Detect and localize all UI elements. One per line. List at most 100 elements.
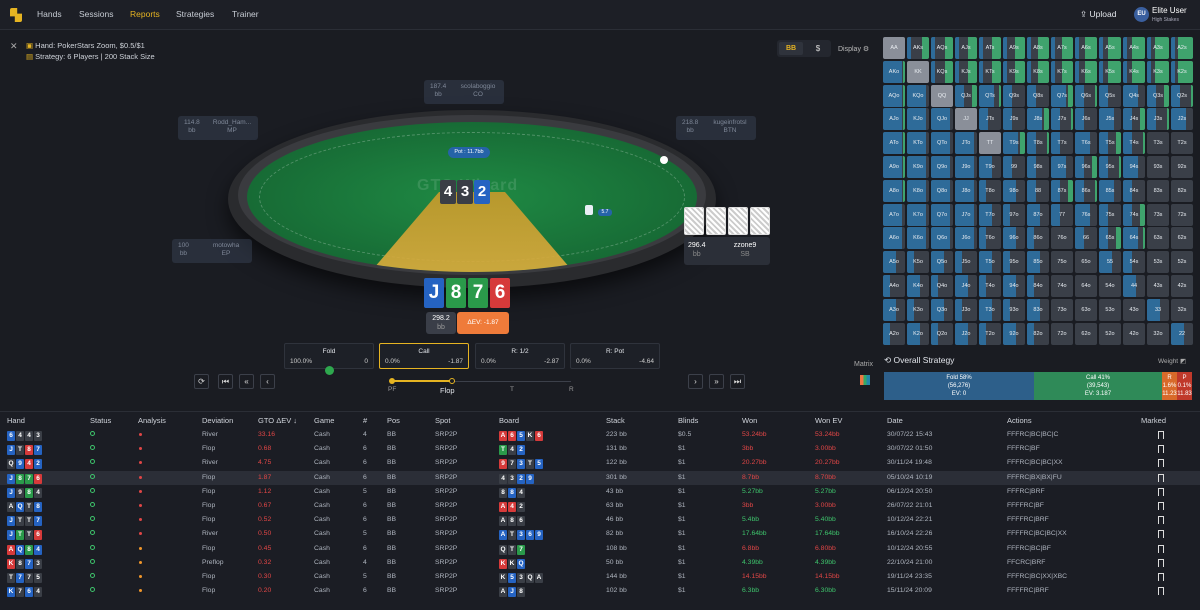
matrix-cell[interactable]: 87o bbox=[1027, 203, 1049, 226]
matrix-cell[interactable]: J6s bbox=[1075, 108, 1097, 131]
matrix-cell[interactable]: 54s bbox=[1123, 251, 1145, 274]
matrix-cell[interactable]: Q3o bbox=[931, 298, 953, 321]
matrix-cell[interactable]: 73s bbox=[1147, 203, 1169, 226]
matrix-cell[interactable]: 96s bbox=[1075, 156, 1097, 178]
column-header[interactable]: Hand bbox=[7, 416, 25, 425]
column-header[interactable]: Won EV bbox=[815, 416, 842, 425]
dollar-button[interactable]: $ bbox=[807, 42, 829, 55]
matrix-cell[interactable]: A9s bbox=[1003, 37, 1025, 59]
column-header[interactable]: Analysis bbox=[138, 416, 166, 425]
matrix-cell[interactable]: 65o bbox=[1075, 251, 1097, 274]
table-row[interactable]: J T T 7 Flop 0.52 Cash 6 BB SRP2P A 8 6 46 bb $1 5.4bb 5… bbox=[0, 513, 1200, 527]
bookmark-icon[interactable] bbox=[1158, 573, 1164, 581]
matrix-cell[interactable]: T9s bbox=[1003, 132, 1025, 155]
matrix-cell[interactable]: K8s bbox=[1027, 60, 1049, 83]
matrix-cell[interactable]: 96o bbox=[1003, 227, 1025, 250]
matrix-cell[interactable]: T8s bbox=[1027, 132, 1049, 155]
matrix-cell[interactable]: T9o bbox=[979, 156, 1001, 178]
matrix-cell[interactable]: 63s bbox=[1147, 227, 1169, 250]
matrix-cell[interactable]: 44 bbox=[1123, 275, 1145, 297]
bookmark-icon[interactable] bbox=[1158, 473, 1164, 482]
matrix-cell[interactable]: KJo bbox=[907, 108, 929, 131]
matrix-cell[interactable]: 93o bbox=[1003, 298, 1025, 321]
matrix-cell[interactable]: 77 bbox=[1051, 203, 1073, 226]
matrix-cell[interactable]: Q4s bbox=[1123, 84, 1145, 107]
table-row[interactable]: 6 4 4 3 River 33.16 Cash 4 BB SRP2P A 6 5 K 6 223 bb $0.… bbox=[0, 428, 1200, 442]
matrix-cell[interactable]: AKo bbox=[883, 60, 905, 83]
matrix-cell[interactable]: K9o bbox=[907, 156, 929, 178]
matrix-cell[interactable]: 76o bbox=[1051, 227, 1073, 250]
matrix-cell[interactable]: Q6o bbox=[931, 227, 953, 250]
seat-mp[interactable]: 114.8 bb Rodd_Ham... MP bbox=[178, 116, 258, 140]
matrix-cell[interactable]: QTo bbox=[931, 132, 953, 155]
nav-trainer[interactable]: Trainer bbox=[232, 9, 259, 19]
matrix-cell[interactable]: J7s bbox=[1051, 108, 1073, 131]
matrix-cell[interactable]: Q5s bbox=[1099, 84, 1121, 107]
matrix-cell[interactable]: 33 bbox=[1147, 298, 1169, 321]
column-header[interactable]: Deviation bbox=[202, 416, 233, 425]
matrix-cell[interactable]: Q9s bbox=[1003, 84, 1025, 107]
column-header[interactable]: Stack bbox=[606, 416, 625, 425]
refresh-button[interactable]: ⟳ bbox=[194, 374, 209, 389]
matrix-cell[interactable]: J4o bbox=[955, 275, 977, 297]
street-dot-pf[interactable] bbox=[389, 378, 395, 384]
matrix-cell[interactable]: J9o bbox=[955, 156, 977, 178]
nav-reports[interactable]: Reports bbox=[130, 9, 160, 19]
matrix-cell[interactable]: A6o bbox=[883, 227, 905, 250]
matrix-cell[interactable]: A4o bbox=[883, 275, 905, 297]
next-street-button[interactable]: » bbox=[709, 374, 724, 389]
matrix-cell[interactable]: Q8s bbox=[1027, 84, 1049, 107]
bookmark-icon[interactable] bbox=[1158, 459, 1164, 468]
table-row[interactable]: K 7 6 4 Flop 0.20 Cash 6 BB SRP2P A J 8 102 bb $1 6.3bb… bbox=[0, 584, 1200, 598]
matrix-cell[interactable]: K4s bbox=[1123, 60, 1145, 83]
matrix-cell[interactable]: 64o bbox=[1075, 275, 1097, 297]
table-row[interactable]: T 7 7 5 Flop 0.30 Cash 5 BB SRP2P K 5 3 Q A 144 bb $1 14.… bbox=[0, 570, 1200, 584]
matrix-cell[interactable]: 94s bbox=[1123, 156, 1145, 178]
table-row[interactable]: J T 8 7 Flop 0.68 Cash 6 BB SRP2P T 4 2 131 bb $1 3bb 3.… bbox=[0, 442, 1200, 456]
matrix-cell[interactable]: T7o bbox=[979, 203, 1001, 226]
matrix-cell[interactable]: K5o bbox=[907, 251, 929, 274]
matrix-cell[interactable]: 86s bbox=[1075, 179, 1097, 202]
table-row[interactable]: A Q 8 4 Flop 0.45 Cash 6 BB SRP2P Q T 7 108 bb $1 6.8bb… bbox=[0, 542, 1200, 556]
matrix-cell[interactable]: T6o bbox=[979, 227, 1001, 250]
matrix-cell[interactable]: 74s bbox=[1123, 203, 1145, 226]
matrix-cell[interactable]: 98s bbox=[1027, 156, 1049, 178]
matrix-cell[interactable]: 76s bbox=[1075, 203, 1097, 226]
bookmark-icon[interactable] bbox=[1158, 530, 1164, 539]
matrix-cell[interactable]: KTo bbox=[907, 132, 929, 155]
column-header[interactable]: Board bbox=[499, 416, 519, 425]
matrix-cell[interactable]: 87s bbox=[1051, 179, 1073, 202]
matrix-cell[interactable]: 55 bbox=[1099, 251, 1121, 274]
seat-sb[interactable]: 296.4 bb zzone9 SB bbox=[684, 237, 770, 265]
matrix-cell[interactable]: 73o bbox=[1051, 298, 1073, 321]
bookmark-icon[interactable] bbox=[1158, 431, 1164, 439]
matrix-cell[interactable]: 22 bbox=[1171, 322, 1193, 345]
matrix-cell[interactable]: K3o bbox=[907, 298, 929, 321]
matrix-cell[interactable]: QTs bbox=[979, 84, 1001, 107]
matrix-cell[interactable]: 88 bbox=[1027, 179, 1049, 202]
first-button[interactable]: ⏮ bbox=[218, 374, 233, 389]
column-header[interactable]: Marked bbox=[1141, 416, 1166, 425]
matrix-cell[interactable]: QJo bbox=[931, 108, 953, 131]
street-river[interactable]: R bbox=[569, 386, 574, 393]
matrix-cell[interactable]: 85o bbox=[1027, 251, 1049, 274]
matrix-cell[interactable]: K6s bbox=[1075, 60, 1097, 83]
street-turn[interactable]: T bbox=[510, 386, 514, 393]
seat-co[interactable]: 187.4 bb scolaboggio CO bbox=[424, 80, 504, 104]
matrix-cell[interactable]: 84s bbox=[1123, 179, 1145, 202]
matrix-cell[interactable]: 95s bbox=[1099, 156, 1121, 178]
matrix-cell[interactable]: J6o bbox=[955, 227, 977, 250]
matrix-cell[interactable]: KJs bbox=[955, 60, 977, 83]
matrix-icon[interactable] bbox=[860, 375, 870, 385]
matrix-cell[interactable]: Q2s bbox=[1171, 84, 1193, 107]
column-header[interactable]: Pos bbox=[387, 416, 400, 425]
column-header[interactable]: Spot bbox=[435, 416, 450, 425]
matrix-cell[interactable]: T4o bbox=[979, 275, 1001, 297]
matrix-cell[interactable]: A5s bbox=[1099, 37, 1121, 59]
matrix-cell[interactable]: Q5o bbox=[931, 251, 953, 274]
matrix-cell[interactable]: Q9o bbox=[931, 156, 953, 178]
matrix-cell[interactable]: J2s bbox=[1171, 108, 1193, 131]
matrix-cell[interactable]: A7o bbox=[883, 203, 905, 226]
table-row[interactable]: J 9 8 4 Flop 1.12 Cash 5 BB SRP2P 8 8 4 43 bb $1 5.27bb… bbox=[0, 485, 1200, 499]
matrix-cell[interactable]: 54o bbox=[1099, 275, 1121, 297]
